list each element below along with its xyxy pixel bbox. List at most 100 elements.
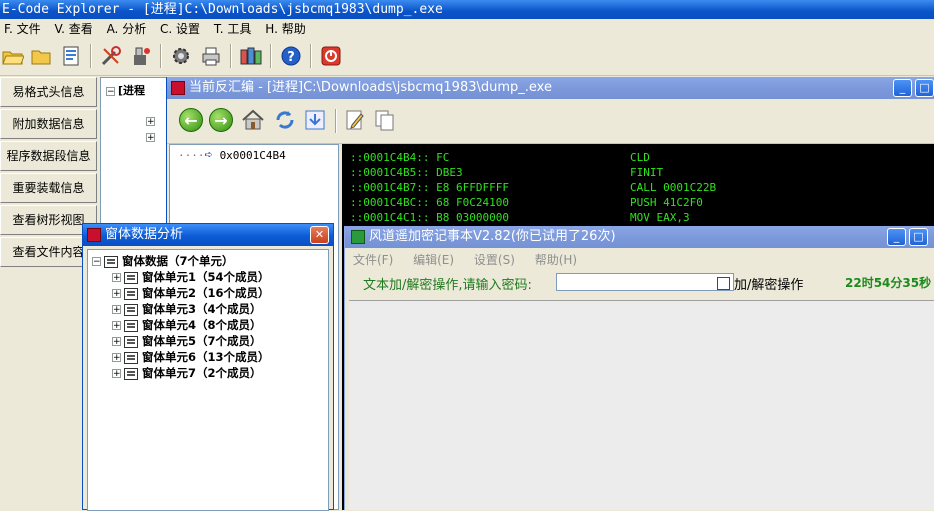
menu-settings[interactable]: C. 设置 <box>156 19 206 39</box>
form-app-icon <box>87 228 101 242</box>
main-toolbar: ? <box>0 39 934 76</box>
encrypt-checkbox[interactable] <box>717 277 730 290</box>
disassembly-title: 当前反汇编 - [进程]C:\Downloads\jsbcmq1983\dump… <box>189 80 552 95</box>
tree-root-label: 窗体数据（7个单元） <box>122 254 234 268</box>
help-icon[interactable]: ? <box>278 43 304 69</box>
expand-icon[interactable]: + <box>112 321 121 331</box>
main-title-bar: E-Code Explorer - [进程]C:\Downloads\jsbcm… <box>0 0 934 19</box>
nav-extra-data[interactable]: 附加数据信息 <box>0 109 97 139</box>
tree-unit-node[interactable]: + 窗体单元1（54个成员） <box>112 269 270 285</box>
menu-view[interactable]: V. 查看 <box>50 19 98 39</box>
nav-load-info[interactable]: 重要装载信息 <box>0 173 97 203</box>
notepad-menu-help[interactable]: 帮助(H) <box>527 250 585 270</box>
close-button[interactable]: ✕ <box>310 226 329 244</box>
edit-button[interactable] <box>341 106 369 134</box>
tree-unit-node[interactable]: + 窗体单元5（7个成员） <box>112 333 262 349</box>
minimize-button[interactable]: _ <box>893 79 912 97</box>
tree-unit-node[interactable]: + 窗体单元3（4个成员） <box>112 301 262 317</box>
paint-icon[interactable] <box>128 43 154 69</box>
tree-unit-node[interactable]: + 窗体单元4（8个成员） <box>112 317 262 333</box>
expand-icon[interactable]: + <box>146 114 158 128</box>
collapse-icon[interactable]: − <box>106 86 115 96</box>
address-label: 0x0001C4B4 <box>219 149 286 162</box>
disassembly-toolbar: ← → <box>167 99 934 144</box>
copy-icon <box>375 110 394 131</box>
notepad-window: 风道遥加密记事本V2.82(你已试用了26次) □ _ 文件(F) 编辑(E) … <box>344 226 934 510</box>
notepad-app-icon <box>351 230 365 244</box>
form-analysis-title-bar: 窗体数据分析 ✕ <box>83 224 333 246</box>
form-unit-icon <box>124 367 138 380</box>
collapse-icon[interactable]: − <box>92 257 101 267</box>
notepad-maximize-button[interactable]: □ <box>909 228 928 246</box>
form-unit-icon <box>124 287 138 300</box>
notepad-menu-settings[interactable]: 设置(S) <box>466 250 523 270</box>
expand-icon[interactable]: + <box>112 273 121 283</box>
document-icon[interactable] <box>58 43 84 69</box>
forward-button[interactable]: → <box>207 106 235 134</box>
open-folder-icon[interactable] <box>0 43 26 69</box>
app-icon <box>171 81 185 95</box>
refresh-icon <box>276 111 294 129</box>
goto-button[interactable] <box>301 106 329 134</box>
menu-analyze[interactable]: A. 分析 <box>103 19 153 39</box>
form-data-icon <box>104 255 118 268</box>
disassembly-title-bar: 当前反汇编 - [进程]C:\Downloads\jsbcmq1983\dump… <box>167 77 934 99</box>
tools-icon[interactable] <box>98 43 124 69</box>
expand-icon[interactable]: + <box>112 353 121 363</box>
password-input[interactable] <box>556 273 734 291</box>
tree-unit-node[interactable]: + 窗体单元6（13个成员） <box>112 349 270 365</box>
stop-icon[interactable] <box>318 43 344 69</box>
menu-tools[interactable]: T. 工具 <box>210 19 258 39</box>
tree-unit-node[interactable]: + 窗体单元7（2个成员） <box>112 365 262 381</box>
notepad-minimize-button[interactable]: _ <box>887 228 906 246</box>
form-data-tree: − 窗体数据（7个单元） + 窗体单元1（54个成员） + 窗体单元2（16个成员） … <box>87 249 329 511</box>
print-icon[interactable] <box>198 43 224 69</box>
download-arrow-icon <box>305 110 325 130</box>
forward-arrow-icon: → <box>209 108 233 132</box>
copy-button[interactable] <box>371 106 399 134</box>
tree-root-node[interactable]: − 窗体数据（7个单元） <box>92 253 234 269</box>
form-unit-icon <box>124 351 138 364</box>
notepad-title: 风道遥加密记事本V2.82(你已试用了26次) <box>369 229 616 244</box>
form-unit-icon <box>124 335 138 348</box>
folder-icon[interactable] <box>28 43 54 69</box>
refresh-button[interactable] <box>271 106 299 134</box>
expand-icon[interactable]: + <box>112 289 121 299</box>
tree-root[interactable]: − [进程 <box>106 82 145 98</box>
books-icon[interactable] <box>238 43 264 69</box>
expand-icon[interactable]: + <box>112 369 121 379</box>
notepad-text-area[interactable] <box>349 300 934 510</box>
encrypt-checkbox-label: 加/解密操作 <box>734 278 804 293</box>
tree-root-label: [进程 <box>118 84 146 97</box>
notepad-password-bar: 文本加/解密操作,请输入密码: 加/解密操作 22时54分35秒 <box>345 270 934 298</box>
home-icon <box>242 109 264 130</box>
menu-help[interactable]: H. 帮助 <box>261 19 311 39</box>
tree-unit-node[interactable]: + 窗体单元2（16个成员） <box>112 285 270 301</box>
nav-format-header[interactable]: 易格式头信息 <box>0 77 97 107</box>
form-unit-icon <box>124 271 138 284</box>
password-prompt: 文本加/解密操作,请输入密码: <box>363 278 532 293</box>
pencil-icon <box>346 110 364 130</box>
expand-icon[interactable]: + <box>112 337 121 347</box>
form-analysis-title: 窗体数据分析 <box>105 227 184 242</box>
menu-bar: F. 文件 V. 查看 A. 分析 C. 设置 T. 工具 H. 帮助 <box>0 19 934 39</box>
svg-text:?: ? <box>287 50 295 65</box>
notepad-menu-file[interactable]: 文件(F) <box>345 250 401 270</box>
expand-icon[interactable]: + <box>112 305 121 315</box>
back-arrow-icon: ← <box>179 108 203 132</box>
gear-icon[interactable] <box>168 43 194 69</box>
address-node[interactable]: ····➪ 0x0001C4B4 <box>178 147 286 163</box>
timer-display: 22时54分35秒 <box>845 276 932 290</box>
main-window-title: E-Code Explorer - [进程]C:\Downloads\jsbcm… <box>2 2 443 17</box>
nav-data-segment[interactable]: 程序数据段信息 <box>0 141 97 171</box>
home-button[interactable] <box>239 106 267 134</box>
notepad-menu-edit[interactable]: 编辑(E) <box>405 250 462 270</box>
form-unit-icon <box>124 303 138 316</box>
expand-icon[interactable]: + <box>146 130 158 144</box>
notepad-title-bar: 风道遥加密记事本V2.82(你已试用了26次) □ _ <box>345 226 934 248</box>
maximize-button[interactable]: □ <box>915 79 934 97</box>
menu-file[interactable]: F. 文件 <box>0 19 47 39</box>
back-button[interactable]: ← <box>177 106 205 134</box>
pointer-arrow-icon: ➪ <box>204 147 213 163</box>
notepad-menu-bar: 文件(F) 编辑(E) 设置(S) 帮助(H) <box>345 250 934 270</box>
